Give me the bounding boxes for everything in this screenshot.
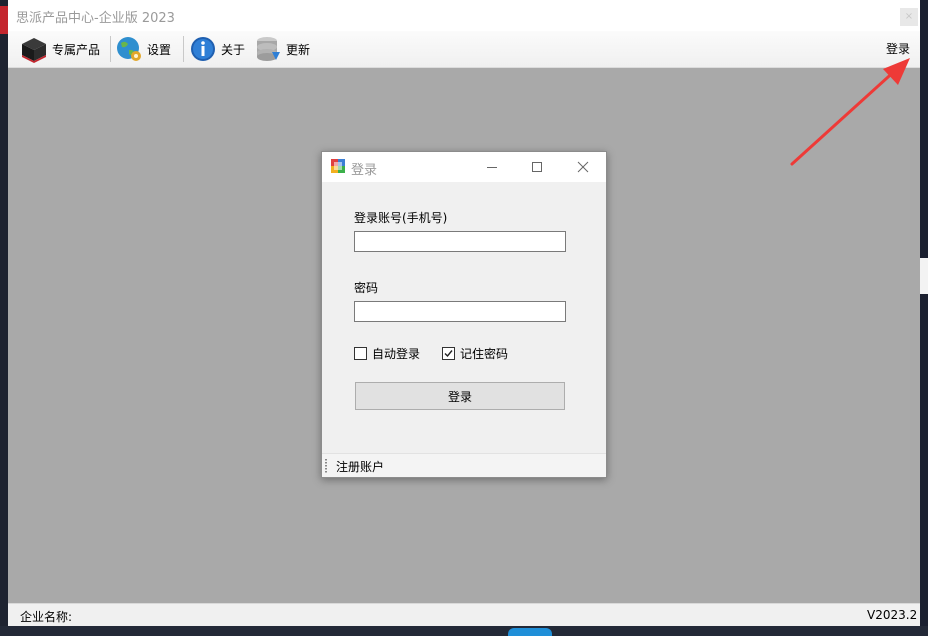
toolbar-about[interactable]: 关于 <box>189 34 245 64</box>
status-bar: 企业名称: V2023.2 <box>8 603 920 626</box>
toolbar-label: 设置 <box>147 42 172 57</box>
company-name-label: 企业名称: <box>20 610 73 624</box>
globe-gear-icon <box>115 35 143 63</box>
toolbar-exclusive-products[interactable]: 专属产品 <box>20 34 100 64</box>
red-arrow-annotation <box>790 58 910 166</box>
dialog-close-button[interactable] <box>573 157 593 177</box>
checkbox-box <box>442 347 455 360</box>
remember-password-label: 记住密码 <box>460 347 509 361</box>
login-submit-button[interactable]: 登录 <box>355 382 565 410</box>
toolbar-separator <box>110 36 111 62</box>
toolbar-settings[interactable]: 设置 <box>115 34 171 64</box>
checkbox-box <box>354 347 367 360</box>
toolbar-label: 更新 <box>286 42 311 57</box>
app-window-icon <box>331 159 345 173</box>
account-label: 登录账号(手机号) <box>354 211 448 225</box>
password-label: 密码 <box>354 281 379 295</box>
version-label: V2023.2 <box>867 608 918 622</box>
auto-login-label: 自动登录 <box>372 347 421 361</box>
dialog-status-strip: 注册账户 <box>322 453 606 477</box>
taskbar-fragment <box>0 626 928 636</box>
toolbar-label: 关于 <box>221 42 246 57</box>
remember-password-checkbox[interactable]: 记住密码 <box>442 345 508 362</box>
dialog-title: 登录 <box>351 163 378 178</box>
toolbar-update[interactable]: 更新 <box>254 34 310 64</box>
window-title: 思派产品中心-企业版 2023 <box>16 11 175 26</box>
info-icon <box>189 35 217 63</box>
password-input[interactable] <box>354 301 566 322</box>
database-download-icon <box>254 35 282 63</box>
desktop-left-edge <box>0 0 8 636</box>
auto-login-checkbox[interactable]: 自动登录 <box>354 345 420 362</box>
desktop-right-edge <box>920 0 928 636</box>
account-input[interactable] <box>354 231 566 252</box>
toolbar-separator <box>183 36 184 62</box>
dialog-titlebar: 登录 <box>322 152 606 182</box>
window-titlebar: 思派产品中心-企业版 2023 × <box>8 0 920 31</box>
dialog-maximize-button[interactable] <box>527 157 547 177</box>
black-box-icon <box>20 35 48 63</box>
desktop-icon-fragment <box>0 6 8 34</box>
register-account-link[interactable]: 注册账户 <box>336 458 384 475</box>
window-close-button[interactable]: × <box>900 8 918 26</box>
taskbar-app-fragment <box>508 628 552 636</box>
dialog-minimize-button[interactable] <box>482 157 502 177</box>
checkmark-icon <box>444 350 453 358</box>
login-dialog: 登录 登录账号(手机号) 密码 自动登录 记住密码 登录 注册账户 <box>321 151 607 478</box>
grip-handle <box>325 459 327 473</box>
toolbar-label: 专属产品 <box>52 42 101 57</box>
desktop-window-fragment <box>920 258 928 294</box>
